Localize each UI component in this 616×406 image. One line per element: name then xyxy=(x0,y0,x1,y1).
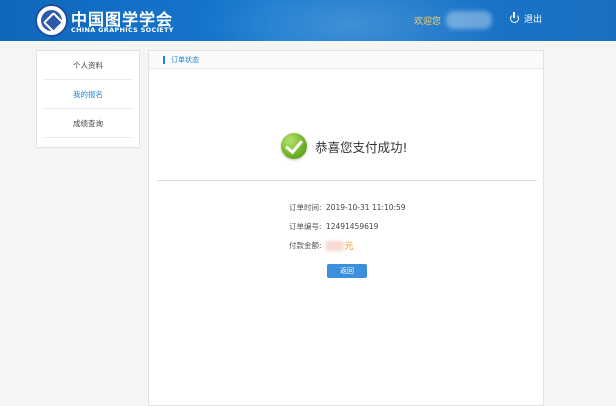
check-circle-icon xyxy=(281,133,307,159)
back-button[interactable]: 返回 xyxy=(327,264,367,278)
society-emblem-icon[interactable] xyxy=(35,4,68,37)
amount-redacted xyxy=(325,240,344,251)
order-status-panel: 订单状态 恭喜您支付成功! 订单时间: 2019-10-31 11:10:59 … xyxy=(148,50,544,406)
order-number-label: 订单编号: xyxy=(289,222,322,231)
sidebar-item-profile[interactable]: 个人资料 xyxy=(43,51,133,80)
order-time-value: 2019-10-31 11:10:59 xyxy=(325,203,406,212)
payment-amount-row: 付款金额: 元 xyxy=(289,239,354,252)
payment-amount-label: 付款金额: xyxy=(289,241,322,250)
power-icon xyxy=(510,12,519,23)
sidebar-item-score-query[interactable]: 成绩查询 xyxy=(43,109,133,138)
order-number-value: 12491459619 xyxy=(325,222,379,231)
logo-english-name[interactable]: CHINA GRAPHICS SOCIETY xyxy=(71,26,174,34)
username-redacted xyxy=(446,11,492,29)
logout-button[interactable]: 退出 xyxy=(510,12,542,25)
sidebar-item-my-registration[interactable]: 我的报名 xyxy=(43,80,133,109)
divider xyxy=(157,180,537,181)
panel-header: 订单状态 xyxy=(149,51,543,69)
logout-label: 退出 xyxy=(524,15,543,25)
panel-header-accent xyxy=(163,56,165,64)
currency-unit: 元 xyxy=(344,242,354,252)
success-banner: 恭喜您支付成功! xyxy=(281,133,408,159)
success-message: 恭喜您支付成功! xyxy=(315,139,408,155)
order-time-label: 订单时间: xyxy=(289,203,322,212)
header: 中国图学学会 CHINA GRAPHICS SOCIETY 欢迎您 退出 xyxy=(0,0,616,41)
order-number-row: 订单编号: 12491459619 xyxy=(289,221,378,232)
welcome-text: 欢迎您 xyxy=(414,17,442,27)
panel-title: 订单状态 xyxy=(171,56,199,64)
sidebar: 个人资料 我的报名 成绩查询 xyxy=(36,50,140,148)
order-time-row: 订单时间: 2019-10-31 11:10:59 xyxy=(289,202,406,213)
